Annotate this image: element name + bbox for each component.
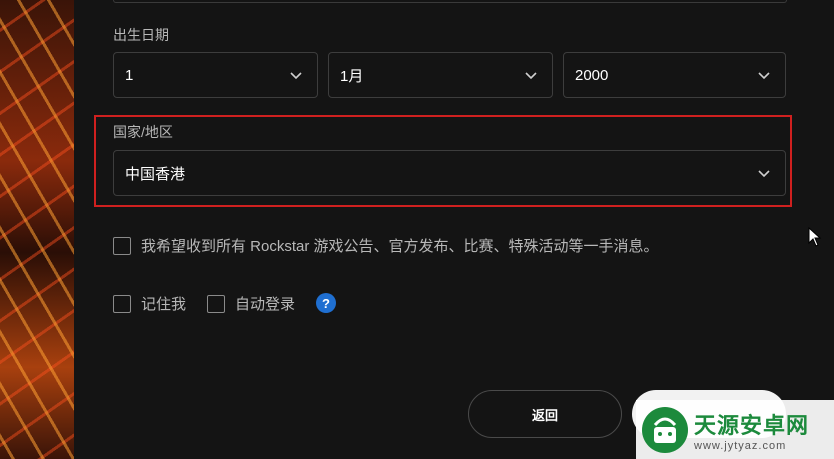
decorative-background-art <box>0 0 74 459</box>
chevron-down-icon <box>758 72 770 80</box>
remember-me-checkbox[interactable] <box>113 294 131 313</box>
help-icon[interactable]: ? <box>316 293 336 313</box>
watermark-url: www.jytyaz.com <box>694 439 787 452</box>
remember-me-row[interactable]: 记住我 <box>113 293 186 314</box>
watermark-logo-icon <box>642 406 688 453</box>
chevron-down-icon <box>758 170 770 178</box>
auto-login-checkbox[interactable] <box>207 294 225 313</box>
dob-label: 出生日期 <box>113 27 169 43</box>
marketing-opt-in-row[interactable]: 我希望收到所有 Rockstar 游戏公告、官方发布、比赛、特殊活动等一手消息。 <box>113 235 659 256</box>
marketing-opt-in-label: 我希望收到所有 Rockstar 游戏公告、官方发布、比赛、特殊活动等一手消息。 <box>141 238 659 255</box>
watermark-title: 天源安卓网 <box>694 413 810 439</box>
auto-login-row[interactable]: 自动登录 <box>207 293 295 314</box>
dob-month-value: 1月 <box>340 67 364 85</box>
auto-login-label: 自动登录 <box>235 296 296 313</box>
country-value: 中国香港 <box>125 165 186 183</box>
site-watermark: 天源安卓网 www.jytyaz.com <box>636 400 834 459</box>
mouse-cursor-icon <box>808 227 822 247</box>
country-select[interactable]: 中国香港 <box>113 150 786 196</box>
dob-year-select[interactable]: 2000 <box>563 52 786 98</box>
previous-field-edge <box>113 0 787 3</box>
chevron-down-icon <box>525 72 537 80</box>
chevron-down-icon <box>290 72 302 80</box>
dob-day-value: 1 <box>125 66 134 84</box>
dob-year-value: 2000 <box>575 66 609 84</box>
country-label: 国家/地区 <box>113 124 173 140</box>
back-button[interactable]: 返回 <box>468 390 622 438</box>
marketing-opt-in-checkbox[interactable] <box>113 236 131 255</box>
remember-me-label: 记住我 <box>141 296 187 313</box>
dob-month-select[interactable]: 1月 <box>328 52 553 98</box>
dob-day-select[interactable]: 1 <box>113 52 318 98</box>
